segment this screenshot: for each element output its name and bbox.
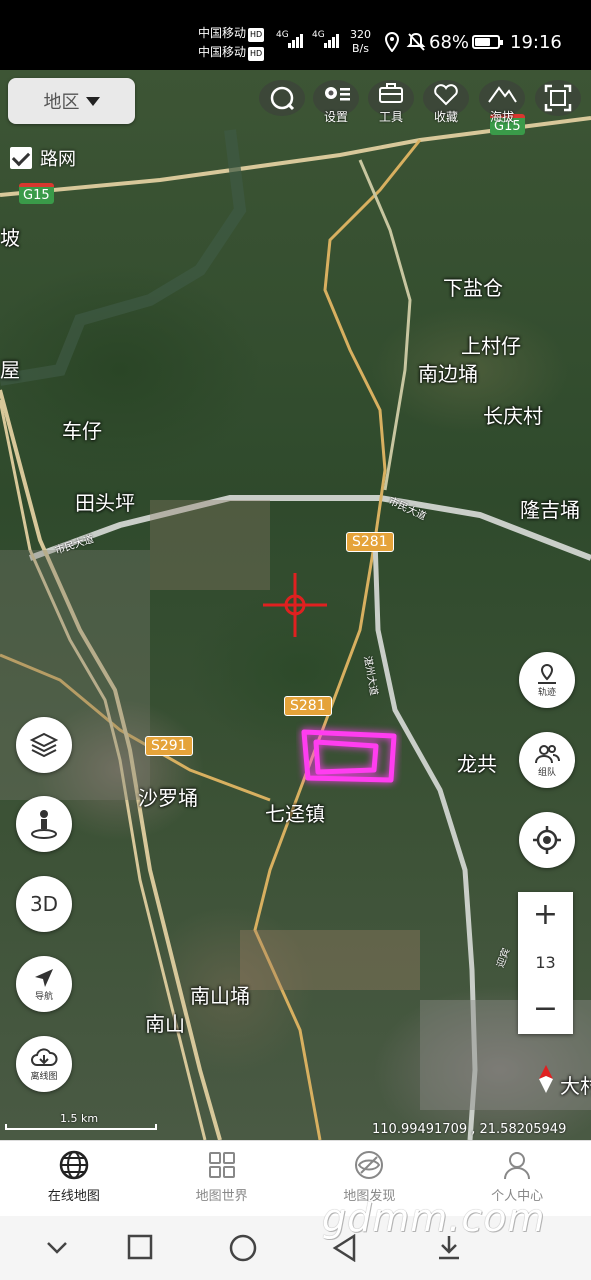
place-label: 上村仔 [461, 334, 521, 358]
center-crosshair-icon [263, 573, 327, 637]
location-icon [384, 31, 400, 57]
signal-icon [324, 30, 342, 48]
locate-button[interactable] [519, 812, 575, 868]
zoom-in-button[interactable]: + [518, 892, 573, 940]
zoom-control: + 13 − [518, 892, 573, 1034]
place-label: 车仔 [62, 419, 102, 443]
navigate-button[interactable]: 导航 [16, 956, 72, 1012]
zoom-out-button[interactable]: − [518, 986, 573, 1034]
caret-down-icon [85, 96, 100, 106]
favorites-label: 收藏 [433, 110, 458, 124]
locate-icon [533, 826, 561, 854]
street-view-icon [31, 810, 57, 839]
favorites-button[interactable]: 收藏 [422, 80, 470, 132]
status-bar: 中国移动 HD 中国移动 HD 4G 4G 320 B/s 68% 19:16 [0, 0, 591, 70]
clock: 19:16 [510, 32, 562, 53]
highway-badge: G15 [19, 183, 54, 204]
zoom-level: 13 [535, 953, 556, 972]
net-speed: 320 B/s [350, 28, 371, 55]
grid-icon [208, 1152, 235, 1178]
navigate-icon [35, 968, 53, 987]
place-label: 田头坪 [75, 491, 135, 515]
route-badge: S291 [145, 736, 193, 756]
checkbox-checked-icon[interactable] [10, 147, 32, 169]
recents-icon[interactable] [127, 1234, 153, 1260]
person-icon [504, 1152, 531, 1180]
satellite-map[interactable]: 下盐仓 上村仔 南边埇 长庆村 车仔 田头坪 隆吉埇 龙共 沙罗埇 七迳镇 南山… [0, 70, 591, 1140]
coordinates-readout: 110.99491709 , 21.58205949 [372, 1122, 567, 1137]
settings-button[interactable]: 设置 [312, 80, 360, 132]
elevation-label: 海拔 [489, 110, 514, 124]
place-label: 龙共 [457, 752, 497, 776]
route-badge: S281 [346, 532, 394, 552]
team-button[interactable]: 组队 [519, 732, 575, 788]
road-network-toggle[interactable]: 路网 [10, 145, 76, 171]
signal-icon [288, 30, 306, 48]
globe-icon [59, 1150, 89, 1180]
scale-bar: 1.5 km [5, 1112, 157, 1132]
carrier-1: 中国移动 HD [198, 26, 265, 42]
place-label: 南山 [145, 1012, 185, 1036]
region-dropdown-button[interactable]: 地区 [8, 78, 135, 124]
refresh-button[interactable] [258, 80, 306, 132]
region-label: 地区 [43, 92, 80, 113]
navigate-label: 导航 [34, 991, 53, 1002]
layers-button[interactable] [16, 717, 72, 773]
place-label: 长庆村 [483, 404, 543, 428]
carrier-2: 中国移动 HD [198, 45, 265, 61]
compass-icon [539, 1065, 553, 1093]
fullscreen-icon [535, 80, 581, 116]
offline-map-label: 离线图 [30, 1071, 58, 1082]
tools-button[interactable]: 工具 [367, 80, 415, 132]
track-label: 轨迹 [537, 687, 556, 698]
settings-label: 设置 [323, 110, 348, 124]
place-label: 七迳镇 [265, 802, 325, 826]
place-label: 沙罗埇 [138, 786, 198, 810]
road-network-label: 路网 [40, 149, 76, 170]
chevron-down-icon[interactable] [44, 1234, 70, 1260]
network-type-1: 4G [276, 30, 289, 40]
battery-percent: 68% [429, 32, 470, 53]
place-label: 大村 [560, 1074, 591, 1098]
place-label: 下盐仓 [443, 276, 503, 300]
network-type-2: 4G [312, 30, 325, 40]
3d-button[interactable]: 3D [16, 876, 72, 932]
offline-map-button[interactable]: 离线图 [16, 1036, 72, 1092]
tab-label: 在线地图 [47, 1189, 100, 1204]
place-label: 屋 [0, 358, 20, 382]
fullscreen-button[interactable] [534, 80, 582, 132]
route-badge: S281 [284, 696, 332, 716]
team-label: 组队 [537, 767, 556, 778]
battery-icon [472, 35, 503, 49]
mute-bell-icon [406, 32, 426, 57]
tab-online-map[interactable]: 在线地图 [0, 1141, 148, 1217]
street-view-button[interactable] [16, 796, 72, 852]
offline-map-icon [31, 1047, 58, 1066]
drawn-area-highlight [301, 729, 397, 783]
place-label: 南边埇 [418, 362, 478, 386]
layers-icon [29, 732, 59, 758]
tools-label: 工具 [378, 110, 403, 124]
watermark-text: gdmm.com [322, 1196, 546, 1240]
track-button[interactable]: 轨迹 [519, 652, 575, 708]
place-label: 坡 [0, 226, 20, 250]
refresh-icon [259, 80, 305, 116]
tab-map-world[interactable]: 地图世界 [148, 1141, 296, 1217]
place-label: 隆吉埇 [520, 498, 580, 522]
home-icon[interactable] [229, 1234, 257, 1262]
team-icon [535, 744, 560, 763]
elevation-button[interactable]: 海拔 [478, 80, 526, 132]
place-label: 南山埇 [190, 984, 250, 1008]
discover-icon [355, 1151, 384, 1179]
tab-label: 地图世界 [195, 1189, 248, 1204]
3d-icon: 3D [29, 892, 59, 916]
track-icon [538, 663, 556, 684]
